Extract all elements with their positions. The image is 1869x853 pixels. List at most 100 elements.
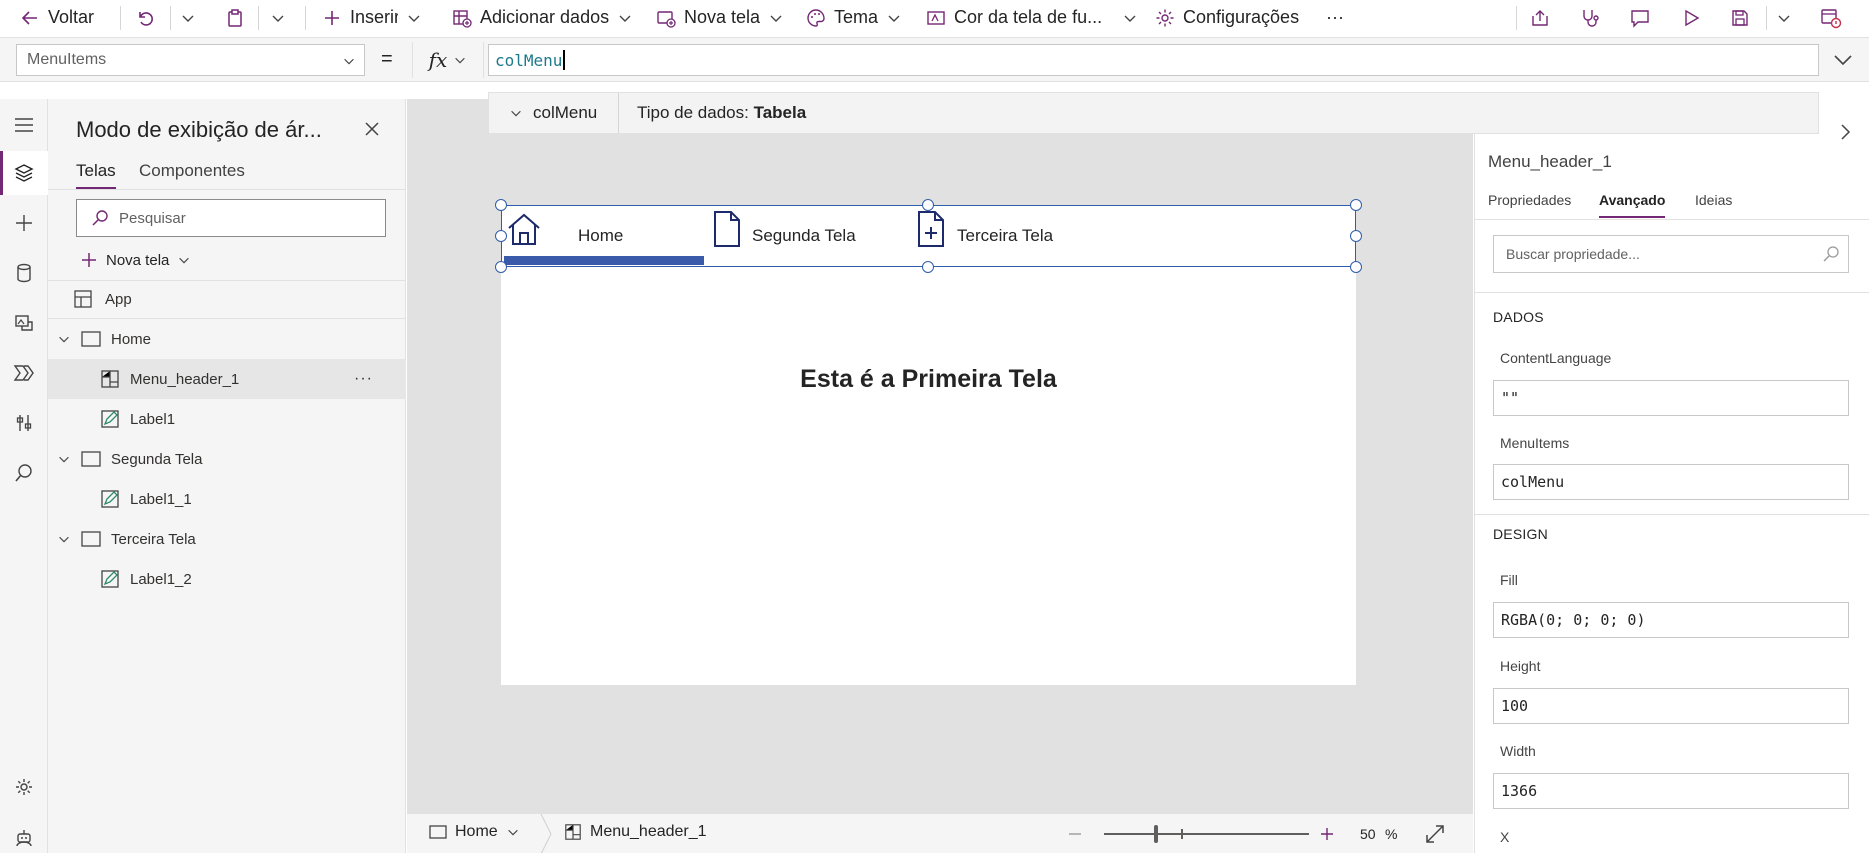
tree-item-segunda-tela[interactable]: Segunda Tela (48, 439, 406, 479)
paste-dropdown[interactable] (270, 0, 286, 35)
more-options-button[interactable]: ··· (354, 370, 373, 388)
breadcrumb-separator (540, 814, 552, 853)
chevron-down-icon (179, 257, 190, 264)
prop-label-width: Width (1500, 743, 1536, 759)
function-button[interactable]: fx (412, 42, 484, 78)
theme-button[interactable]: Tema (806, 0, 902, 35)
tab-ideas[interactable]: Ideias (1695, 192, 1732, 208)
tree-item-label1-2[interactable]: Label1_2 (48, 559, 406, 599)
add-data-button[interactable]: Adicionar dados (452, 0, 633, 35)
resize-handle[interactable] (922, 199, 934, 211)
resize-handle[interactable] (495, 261, 507, 273)
prop-input-width[interactable]: 1366 (1493, 773, 1849, 809)
tree-view-button[interactable] (10, 159, 38, 187)
tree-item-label1-1[interactable]: Label1_1 (48, 479, 406, 519)
search-input[interactable]: Pesquisar (76, 199, 386, 237)
resize-handle[interactable] (922, 261, 934, 273)
tab-properties[interactable]: Propriedades (1488, 192, 1571, 208)
share-button[interactable] (1530, 0, 1550, 35)
tree-item-home[interactable]: Home (48, 319, 406, 359)
play-icon (1685, 9, 1700, 26)
text-cursor (563, 50, 565, 70)
close-panel-button[interactable] (360, 117, 384, 141)
prop-input-menuitems[interactable]: colMenu (1493, 464, 1849, 500)
tree-item-menu-header[interactable]: Menu_header_1 ··· (48, 359, 406, 399)
new-screen-tree-button[interactable]: Nova tela (80, 245, 191, 275)
advanced-tools-button[interactable] (10, 409, 38, 437)
plus-icon (16, 215, 32, 231)
menu-item-terceira-tela[interactable]: Terceira Tela (957, 226, 1053, 246)
chevron-down-icon (888, 15, 900, 22)
label-edit-icon (101, 490, 119, 508)
virtual-agent-button[interactable] (10, 823, 38, 851)
insert-rail-button[interactable] (10, 209, 38, 237)
resize-handle[interactable] (495, 199, 507, 211)
gear-icon (16, 779, 32, 795)
data-type-value: Tabela (753, 103, 807, 122)
zoom-slider[interactable] (1104, 833, 1309, 835)
comments-button[interactable] (1630, 0, 1650, 35)
collapse-panel-button[interactable] (1839, 123, 1853, 141)
undo-dropdown[interactable] (180, 0, 196, 35)
tree-item-label1[interactable]: Label1 (48, 399, 406, 439)
fit-to-window-button[interactable] (1425, 824, 1445, 844)
publish-button[interactable] (1820, 0, 1842, 35)
prop-input-contentlanguage[interactable]: "" (1493, 380, 1849, 416)
app-screen[interactable]: Home Segunda Tela Terceira Tela Esta é a… (495, 199, 1362, 685)
media-button[interactable] (10, 309, 38, 337)
expand-formula-button[interactable] (1828, 46, 1858, 74)
tree-item-terceira-tela[interactable]: Terceira Tela (48, 519, 406, 559)
back-label: Voltar (48, 7, 95, 27)
resize-handle[interactable] (1350, 261, 1362, 273)
app-checker-button[interactable] (1580, 0, 1600, 35)
menu-item-home[interactable]: Home (578, 226, 623, 246)
tab-screens[interactable]: Telas (76, 161, 116, 189)
resize-handle[interactable] (495, 230, 507, 242)
hamburger-button[interactable] (10, 111, 38, 139)
control-name: Menu_header_1 (1488, 152, 1612, 171)
menu-item-segunda-tela[interactable]: Segunda Tela (752, 226, 856, 246)
settings-rail-button[interactable] (10, 773, 38, 801)
save-button[interactable] (1730, 0, 1750, 35)
prop-label-fill: Fill (1500, 572, 1518, 588)
menu-header-component[interactable]: Home Segunda Tela Terceira Tela (501, 205, 1356, 267)
zoom-out-button[interactable] (1067, 826, 1083, 842)
control-breadcrumb[interactable]: Menu_header_1 (564, 823, 707, 841)
screen-selector[interactable]: Home (429, 823, 520, 841)
search-rail-button[interactable] (10, 459, 38, 487)
selected-indicator (504, 256, 704, 265)
formula-input[interactable]: colMenu (488, 44, 1819, 76)
power-automate-button[interactable] (10, 359, 38, 387)
settings-button[interactable]: Configurações (1155, 0, 1299, 35)
tree-item-label: Label1_1 (130, 490, 192, 508)
zoom-slider-thumb[interactable] (1154, 825, 1158, 843)
resize-handle[interactable] (1350, 230, 1362, 242)
command-bar: Voltar Inserir Adicionar dados Nova tela… (0, 0, 1869, 38)
tab-components-label: Componentes (139, 161, 245, 180)
insert-button[interactable]: Inserir (322, 0, 422, 35)
properties-panel: Menu_header_1 Propriedades Avançado Idei… (1474, 99, 1869, 853)
tab-advanced[interactable]: Avançado (1599, 192, 1666, 218)
property-dropdown[interactable]: MenuItems (16, 44, 365, 76)
more-button[interactable]: ··· (1326, 0, 1344, 35)
prop-input-height[interactable]: 100 (1493, 688, 1849, 724)
paste-button[interactable] (225, 0, 245, 35)
zoom-in-button[interactable] (1319, 826, 1335, 842)
tab-components[interactable]: Componentes (139, 161, 245, 189)
autocomplete-item[interactable]: colMenu (489, 93, 619, 133)
undo-button[interactable] (135, 0, 155, 35)
new-screen-button[interactable]: Nova tela (656, 0, 784, 35)
resize-handle[interactable] (1350, 199, 1362, 211)
new-screen-tree-label: Nova tela (106, 251, 170, 269)
tree-item-app[interactable]: App (48, 279, 406, 319)
hamburger-icon (15, 118, 33, 132)
screen-label[interactable]: Esta é a Primeira Tela (501, 365, 1356, 394)
background-color-button[interactable]: Cor da tela de fu... (926, 0, 1138, 35)
property-search-input[interactable]: Buscar propriedade... (1493, 235, 1849, 273)
back-button[interactable]: Voltar (20, 0, 94, 35)
prop-input-fill[interactable]: RGBA(0; 0; 0; 0) (1493, 602, 1849, 638)
preview-button[interactable] (1681, 0, 1701, 35)
save-dropdown[interactable] (1776, 0, 1792, 35)
data-button[interactable] (10, 259, 38, 287)
save-icon (1732, 9, 1748, 26)
